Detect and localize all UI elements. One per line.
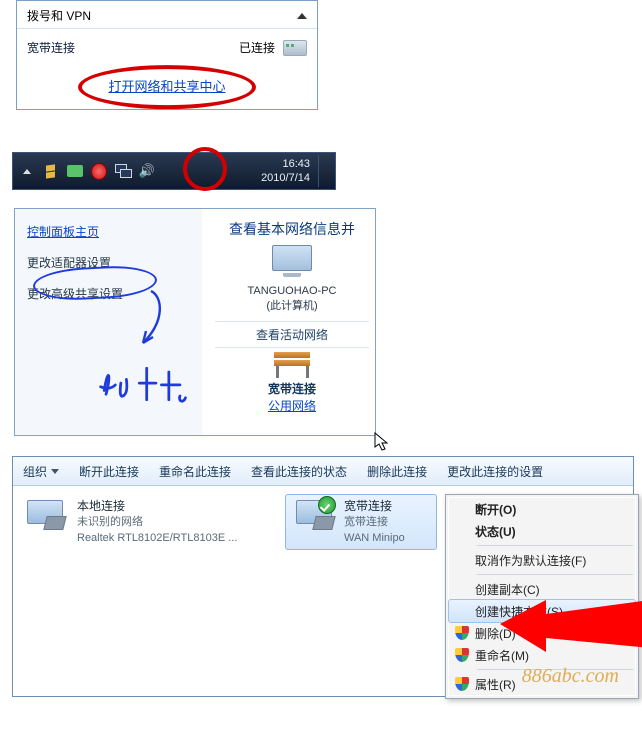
ctx-rename[interactable]: 重命名(M) [449,644,635,666]
active-networks-header: 查看活动网络 [209,326,375,343]
messenger-icon[interactable] [67,163,83,179]
shield-icon [455,648,469,662]
connection-item-broadband-selected[interactable]: 宽带连接 宽带连接 WAN Minipo [285,494,437,550]
active-network-name: 宽带连接 [209,380,375,397]
clock-date: 2010/7/14 [261,171,310,185]
clock-time: 16:43 [261,157,310,171]
network-sharing-center: 控制面板主页 更改适配器设置 更改高级共享设置 查看基本网络信息并 TANGUO… [14,208,376,436]
security-alert-icon[interactable] [91,163,107,179]
flyout-link-row: 打开网络和共享中心 [17,66,317,109]
change-adapter-settings-link[interactable]: 更改适配器设置 [27,254,213,271]
open-network-center-link[interactable]: 打开网络和共享中心 [108,79,225,94]
menu-separator [477,545,633,546]
nsc-title: 查看基本网络信息并 [209,215,375,245]
toolbar: 组织 断开此连接 重命名此连接 查看此连接的状态 删除此连接 更改此连接的设置 [13,457,633,486]
nsc-main: 查看基本网络信息并 TANGUOHAO-PC (此计算机) 查看活动网络 宽带连… [209,215,375,414]
toolbar-delete[interactable]: 删除此连接 [367,463,427,480]
toolbar-disconnect[interactable]: 断开此连接 [79,463,139,480]
menu-separator [477,669,633,670]
toolbar-organize[interactable]: 组织 [23,463,59,480]
bench-icon [270,352,314,378]
menu-separator [477,574,633,575]
nsc-sidebar: 控制面板主页 更改适配器设置 更改高级共享设置 [15,209,225,316]
volume-icon[interactable]: 🔊 [139,163,155,179]
connection-sub1: 未识别的网络 [77,514,237,530]
annotation-hand-text [95,349,215,419]
connected-check-icon [318,496,336,514]
taskbar: 🔊 16:43 2010/7/14 [12,152,336,190]
connection-sub2: WAN Minipo [344,530,405,546]
network-flyout: 拨号和 VPN 宽带连接 已连接 打开网络和共享中心 [16,0,318,110]
annotation-red-circle [183,147,227,191]
ctx-delete[interactable]: 删除(D) [449,622,635,644]
shield-icon [455,677,469,691]
tray-overflow-icon[interactable] [19,163,35,179]
taskbar-clock[interactable]: 16:43 2010/7/14 [261,157,312,185]
show-desktop-button[interactable] [318,155,329,187]
ctx-create-copy[interactable]: 创建副本(C) [449,578,635,600]
system-tray: 🔊 [19,163,155,179]
computer-name: TANGUOHAO-PC [209,285,375,297]
computer-sub: (此计算机) [209,297,375,313]
cursor-icon [374,432,390,452]
ctx-create-shortcut[interactable]: 创建快捷方式(S) [448,599,636,623]
active-network-type-link[interactable]: 公用网络 [268,399,316,413]
ctx-properties[interactable]: 属性(R) [449,673,635,695]
action-center-icon[interactable] [43,163,59,179]
separator [215,347,369,348]
computer-icon [270,245,314,281]
chevron-up-icon[interactable] [297,13,307,19]
network-connections-window: 组织 断开此连接 重命名此连接 查看此连接的状态 删除此连接 更改此连接的设置 … [12,456,634,697]
connection-sub2: Realtek RTL8102E/RTL8103E ... [77,530,237,546]
ctx-unset-default[interactable]: 取消作为默认连接(F) [449,549,635,571]
connection-name: 宽带连接 [344,498,405,514]
chevron-down-icon [51,469,59,474]
connection-sub1: 宽带连接 [344,514,405,530]
modem-icon [283,40,307,56]
ctx-status[interactable]: 状态(U) [449,520,635,542]
control-panel-home-link[interactable]: 控制面板主页 [27,225,99,239]
shield-icon [455,626,469,640]
network-tray-icon[interactable] [115,163,131,179]
toolbar-rename[interactable]: 重命名此连接 [159,463,231,480]
ctx-disconnect[interactable]: 断开(O) [449,498,635,520]
flyout-connection-row[interactable]: 宽带连接 已连接 [17,29,317,66]
flyout-broadband-status: 已连接 [239,39,275,56]
connection-item-local[interactable]: 本地连接 未识别的网络 Realtek RTL8102E/RTL8103E ..… [23,498,237,546]
change-sharing-settings-link[interactable]: 更改高级共享设置 [27,285,213,302]
toolbar-status[interactable]: 查看此连接的状态 [251,463,347,480]
connection-name: 本地连接 [77,498,237,514]
separator [215,321,369,322]
flyout-section-label: 拨号和 VPN [27,7,91,24]
network-adapter-icon [292,498,336,538]
network-adapter-icon [23,498,67,538]
connections-body: 本地连接 未识别的网络 Realtek RTL8102E/RTL8103E ..… [13,486,633,696]
flyout-broadband-label: 宽带连接 [27,39,75,56]
flyout-section-header-row: 拨号和 VPN [17,1,317,29]
context-menu: 断开(O) 状态(U) 取消作为默认连接(F) 创建副本(C) 创建快捷方式(S… [445,494,639,699]
toolbar-settings[interactable]: 更改此连接的设置 [447,463,543,480]
